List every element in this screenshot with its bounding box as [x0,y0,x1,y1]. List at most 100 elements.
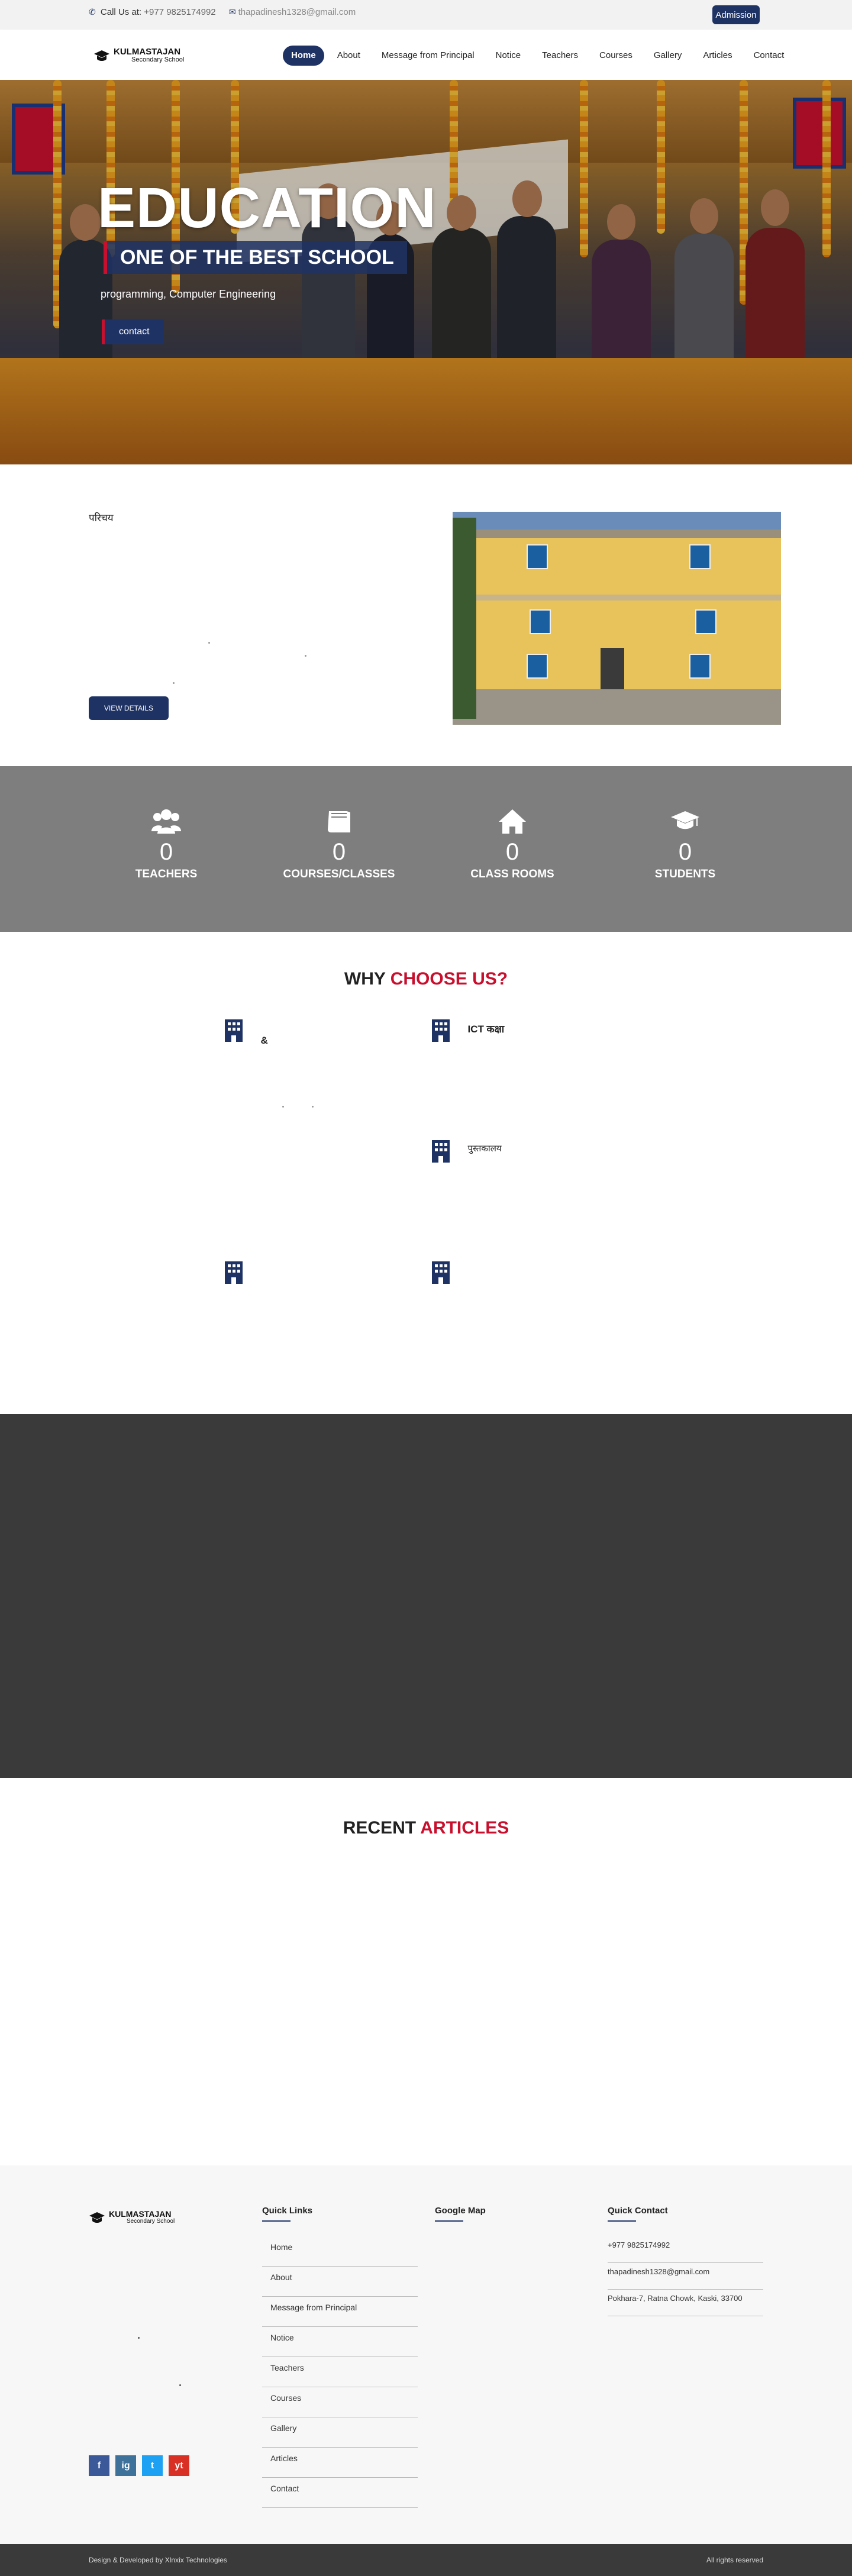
admission-button[interactable]: Admission [712,5,760,24]
nav-message-principal[interactable]: Message from Principal [373,46,483,66]
footer-email[interactable]: thapadinesh1328@gmail.com [608,2263,763,2290]
footer-link-articles[interactable]: Articles [262,2448,418,2478]
nav-notice[interactable]: Notice [488,46,530,66]
text-dot [138,2337,140,2339]
why-title-b: CHOOSE US? [390,969,508,989]
recent-articles-section: RECENT ARTICLES [0,1778,852,2165]
school-building-image [453,512,781,725]
feature-item: ICT कक्षा [432,1019,504,1042]
stat-number: 0 [332,839,346,865]
book-icon [328,811,350,832]
building-window [527,544,548,569]
brand-sub: Secondary School [131,56,185,63]
graduation-cap-icon [89,2212,105,2223]
quick-links-list: Home About Message from Principal Notice… [262,2236,418,2508]
nav-contact[interactable]: Contact [746,46,793,66]
text-dot [282,1106,284,1108]
facebook-icon[interactable]: f [89,2455,109,2476]
email-link[interactable]: thapadinesh1328@gmail.com [238,7,356,17]
hero-contact-button[interactable]: contact [102,319,164,344]
brand-name: KULMASTAJAN [114,47,181,57]
building-window [695,609,717,634]
brand-name: KULMASTAJAN [109,2209,172,2219]
building-icon [225,1019,243,1042]
nav-home[interactable]: Home [283,46,324,66]
main-nav: Home About Message from Principal Notice… [283,46,792,66]
footer-link-gallery[interactable]: Gallery [262,2417,418,2448]
nav-articles[interactable]: Articles [695,46,740,66]
nav-about[interactable]: About [329,46,369,66]
video-section [0,1414,852,1778]
footer-logo[interactable]: KULMASTAJAN Secondary School [89,2210,175,2225]
nav-courses[interactable]: Courses [591,46,641,66]
why-title-a: WHY [344,969,390,989]
instagram-icon[interactable]: ig [115,2455,136,2476]
building-icon [432,1019,450,1042]
footer-link-teachers[interactable]: Teachers [262,2357,418,2387]
stat-classrooms: 0 CLASS ROOMS [453,808,572,881]
twitter-icon[interactable]: t [142,2455,163,2476]
stat-label: STUDENTS [654,868,716,880]
phone-icon: ✆ [89,7,96,17]
footer-phone[interactable]: +977 9825174992 [608,2236,763,2263]
developer-credit[interactable]: Design & Developed by Xlnxix Technologie… [89,2556,227,2564]
youtube-icon[interactable]: yt [169,2455,189,2476]
footer-link-notice[interactable]: Notice [262,2327,418,2357]
footer-address: Pokhara-7, Ratna Chowk, Kaski, 33700 [608,2290,763,2316]
school-ground [453,689,781,725]
google-map-title: Google Map [435,2206,486,2222]
building-roof [453,530,781,538]
users-icon [151,809,181,834]
quick-contact-title: Quick Contact [608,2206,668,2222]
text-dot [305,655,306,657]
articles-title-a: RECENT [343,1818,421,1838]
footer-link-contact[interactable]: Contact [262,2478,418,2508]
footer-link-courses[interactable]: Courses [262,2387,418,2417]
feature-item [432,1261,467,1284]
articles-title: RECENT ARTICLES [0,1818,852,1838]
text-dot [208,642,210,644]
footer-link-message-principal[interactable]: Message from Principal [262,2297,418,2327]
why-title: WHY CHOOSE US? [0,969,852,989]
stat-label: CLASS ROOMS [470,868,554,880]
building-window [530,609,551,634]
top-bar: ✆ Call Us at: +977 9825174992 ✉ thapadine… [0,0,852,30]
footer: KULMASTAJAN Secondary School f ig t yt Q… [0,2165,852,2544]
articles-title-b: ARTICLES [420,1818,509,1838]
top-contact: ✆ Call Us at: +977 9825174992 ✉ thapadine… [89,7,356,17]
call-label: Call Us at: [100,7,142,17]
building-icon [225,1261,243,1284]
footer-link-about[interactable]: About [262,2267,418,2297]
feature-item: & [225,1019,268,1047]
feature-item: पुस्तकालय [432,1140,502,1163]
social-links: f ig t yt [89,2455,189,2476]
phone-number[interactable]: +977 9825174992 [144,7,215,17]
stat-number: 0 [505,839,519,865]
building-icon [432,1261,450,1284]
copyright-text: All rights reserved [706,2556,763,2564]
footer-link-home[interactable]: Home [262,2236,418,2267]
why-choose-us-section: WHY CHOOSE US? & ICT कक्षा पुस्तकालय [0,932,852,1414]
nav-teachers[interactable]: Teachers [534,46,586,66]
building-window [689,654,711,679]
text-dot [312,1106,314,1108]
stat-students: 0 STUDENTS [626,808,744,881]
quick-contact-list: +977 9825174992 thapadinesh1328@gmail.co… [608,2236,763,2316]
nav-gallery[interactable]: Gallery [646,46,690,66]
building-window [689,544,711,569]
stat-number: 0 [159,839,173,865]
graduation-cap-icon [94,50,109,61]
feature-title: ICT कक्षा [467,1024,505,1035]
about-title: परिचय [89,512,114,524]
envelope-icon: ✉ [228,7,236,17]
logo[interactable]: KULMASTAJAN Secondary School [93,47,184,63]
text-dot [179,2384,181,2386]
building-window [527,654,548,679]
stat-number: 0 [678,839,692,865]
stat-label: TEACHERS [135,868,198,880]
tree [453,518,476,719]
stat-label: COURSES/CLASSES [283,868,395,880]
building-door [601,648,624,689]
view-details-button[interactable]: VIEW DETAILS [89,696,169,720]
home-icon [499,809,526,834]
